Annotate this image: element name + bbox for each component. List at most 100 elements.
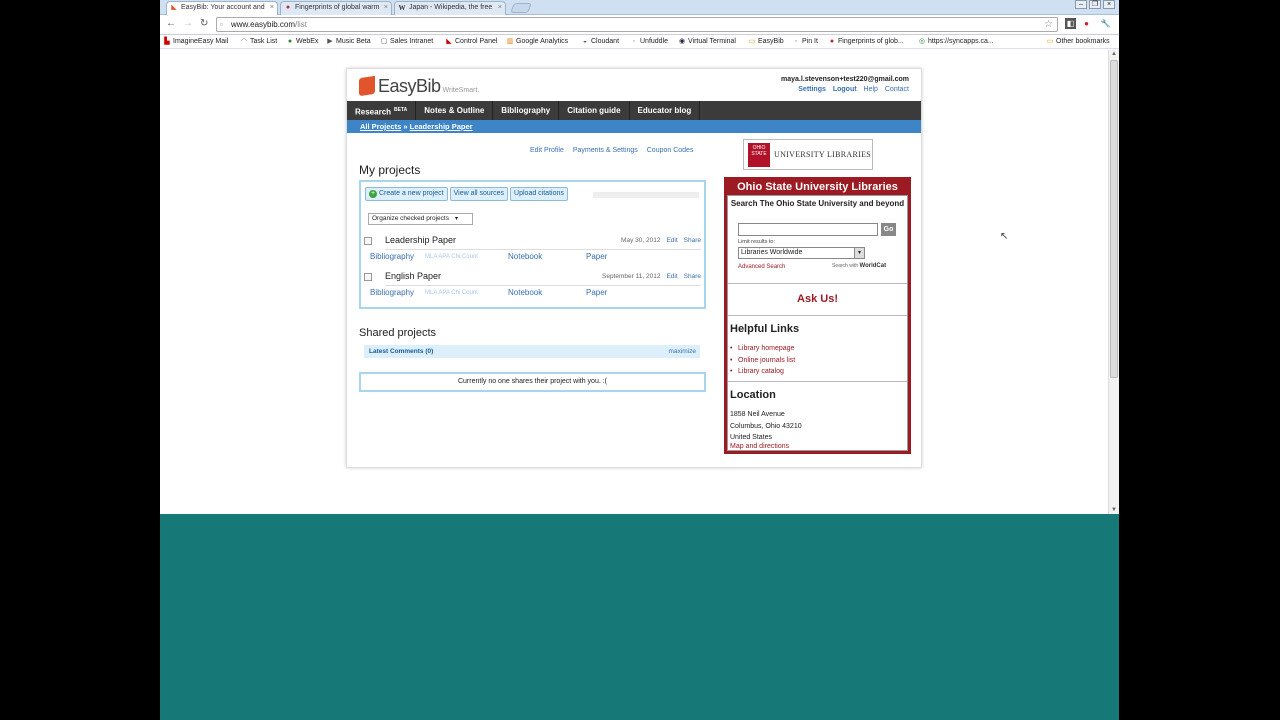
close-icon[interactable]: ×: [498, 2, 502, 14]
share-link[interactable]: Share: [684, 273, 701, 280]
bookmark-item[interactable]: ▢ Sales Intranet: [380, 37, 434, 47]
map-directions-link[interactable]: Map and directions: [730, 443, 789, 450]
bookmark-item[interactable]: ▥ Google Analytics: [506, 37, 568, 47]
bookmark-item[interactable]: ● WebEx: [286, 37, 319, 47]
paper-link[interactable]: Paper: [586, 252, 607, 261]
view-sources-button[interactable]: View all sources: [449, 187, 509, 201]
contact-link[interactable]: Contact: [885, 86, 909, 93]
scroll-thumb[interactable]: [1110, 60, 1118, 378]
osu-logo-text: UNIVERSITY LIBRARIES: [774, 150, 872, 159]
pinterest-icon[interactable]: ●: [1081, 18, 1092, 29]
edit-link[interactable]: Edit: [666, 237, 677, 244]
new-tab-button[interactable]: [510, 3, 532, 13]
location-section: Location 1858 Neil Avenue Columbus, Ohio…: [728, 383, 907, 451]
restore-button[interactable]: ❐: [1089, 0, 1101, 9]
breadcrumb-all-projects[interactable]: All Projects: [360, 122, 401, 131]
chevron-down-icon: ▾: [454, 216, 458, 222]
project-checkbox[interactable]: [364, 237, 372, 245]
bookmark-item[interactable]: ● Fingerprints of glob...: [828, 37, 904, 47]
go-button[interactable]: Go: [881, 223, 896, 236]
bookmark-item[interactable]: ◒ Cloudant: [581, 37, 619, 47]
project-checkbox[interactable]: [364, 273, 372, 281]
notebook-link[interactable]: Notebook: [508, 252, 542, 261]
helpful-links: Helpful Links Library homepage Online jo…: [728, 317, 907, 382]
tab-easybib[interactable]: ◣ EasyBib: Your account and ×: [166, 1, 278, 15]
scroll-up-icon[interactable]: ▲: [1111, 51, 1117, 57]
easybib-logo[interactable]: EasyBib WriteSmart.: [359, 75, 479, 97]
extension-icon[interactable]: ◧: [1065, 18, 1076, 29]
nav-bibliography[interactable]: Bibliography: [493, 101, 560, 120]
close-icon[interactable]: ×: [384, 2, 388, 14]
scroll-down-icon[interactable]: ▼: [1111, 507, 1117, 513]
bookmark-item[interactable]: ▭ EasyBib: [748, 37, 784, 47]
help-link[interactable]: Help: [864, 86, 878, 93]
bookmark-item[interactable]: ◣ Control Panel: [445, 37, 497, 47]
minimize-button[interactable]: –: [1075, 0, 1087, 9]
bookmark-item[interactable]: ▫ Pin It: [792, 37, 818, 47]
bookmark-item[interactable]: ◎ https://syncapps.ca...: [918, 37, 994, 47]
shared-projects-title: Shared projects: [359, 327, 437, 339]
nav-educator-blog[interactable]: Educator blog: [630, 101, 701, 120]
page-icon: ▫: [220, 20, 223, 29]
address: 1858 Neil Avenue Columbus, Ohio 43210 Un…: [730, 411, 802, 441]
worldcat-logo: WorldCat: [859, 263, 887, 269]
project-name[interactable]: Leadership Paper: [385, 235, 456, 245]
project-name[interactable]: English Paper: [385, 271, 441, 281]
format-links[interactable]: MLA APA Chi Count: [425, 290, 478, 296]
tab-fingerprints[interactable]: ● Fingerprints of global warm ×: [280, 1, 392, 15]
payments-settings-link[interactable]: Payments & Settings: [573, 147, 638, 154]
logout-link[interactable]: Logout: [833, 86, 857, 93]
online-journals-link[interactable]: Online journals list: [730, 355, 795, 367]
bookmark-item[interactable]: ▫ Unfuddle: [630, 37, 668, 47]
star-icon[interactable]: ☆: [1044, 18, 1053, 31]
osu-libraries-logo[interactable]: OHIO STATE UNIVERSITY LIBRARIES: [743, 139, 873, 170]
project-date: May 30, 2012: [621, 237, 661, 244]
reload-icon[interactable]: ↻: [200, 18, 208, 29]
bookmark-item[interactable]: ▶ Music Beta: [326, 37, 370, 47]
osu-library-widget: Ohio State University Libraries Search T…: [724, 177, 911, 454]
wrench-icon[interactable]: 🔧: [1100, 18, 1111, 29]
tab-title: Fingerprints of global warm: [295, 4, 380, 11]
settings-link[interactable]: Settings: [798, 86, 826, 93]
tab-wikipedia[interactable]: W Japan - Wikipedia, the free ×: [394, 1, 506, 15]
brand-name: EasyBib: [378, 75, 441, 96]
bookmark-item[interactable]: ◠ Task List: [240, 37, 277, 47]
paper-link[interactable]: Paper: [586, 288, 607, 297]
library-catalog-link[interactable]: Library catalog: [730, 366, 795, 378]
edit-profile-link[interactable]: Edit Profile: [530, 147, 564, 154]
other-bookmarks[interactable]: ▭ Other bookmarks: [1046, 37, 1110, 47]
nav-notes-outline[interactable]: Notes & Outline: [416, 101, 494, 120]
edit-link[interactable]: Edit: [666, 273, 677, 280]
organize-dropdown[interactable]: Organize checked projects ▾: [368, 213, 473, 225]
create-project-button[interactable]: + Create a new project: [365, 187, 448, 201]
coupon-codes-link[interactable]: Coupon Codes: [647, 147, 694, 154]
ask-us-link[interactable]: Ask Us!: [728, 285, 907, 316]
nav-citation-guide[interactable]: Citation guide: [559, 101, 630, 120]
vertical-scrollbar[interactable]: ▲ ▼: [1108, 50, 1119, 514]
maximize-link[interactable]: maximize: [669, 345, 696, 358]
bookmark-item[interactable]: ◉ Virtual Terminal: [678, 37, 736, 47]
notebook-link[interactable]: Notebook: [508, 288, 542, 297]
advanced-search-link[interactable]: Advanced Search: [738, 264, 785, 270]
close-icon[interactable]: ×: [270, 2, 274, 14]
library-homepage-link[interactable]: Library homepage: [730, 343, 795, 355]
limit-select[interactable]: Libraries Worldwide ▾: [738, 247, 865, 259]
address-bar[interactable]: ▫ www.easybib.com/list ☆: [216, 17, 1058, 32]
library-search-input[interactable]: [738, 223, 878, 236]
back-icon[interactable]: ←: [166, 18, 176, 29]
tab-title: EasyBib: Your account and: [181, 4, 265, 11]
limit-label: Limit results to:: [738, 239, 775, 245]
close-window-button[interactable]: ×: [1103, 0, 1115, 9]
upload-citations-button[interactable]: Upload citations: [510, 187, 568, 201]
nav-research[interactable]: Research BETA: [347, 101, 417, 120]
plus-icon: +: [369, 190, 377, 198]
breadcrumb-current[interactable]: Leadership Paper: [410, 122, 473, 131]
share-link[interactable]: Share: [684, 237, 701, 244]
teal-background: [160, 514, 1119, 720]
bibliography-link[interactable]: Bibliography: [370, 288, 414, 297]
latest-comments-bar[interactable]: Latest Comments (0) maximize: [364, 345, 700, 358]
format-links[interactable]: MLA APA Chi Count: [425, 254, 478, 260]
bibliography-link[interactable]: Bibliography: [370, 252, 414, 261]
bookmark-item[interactable]: ▙ ImagineEasy Mail: [163, 37, 228, 47]
forward-icon[interactable]: →: [183, 18, 193, 29]
